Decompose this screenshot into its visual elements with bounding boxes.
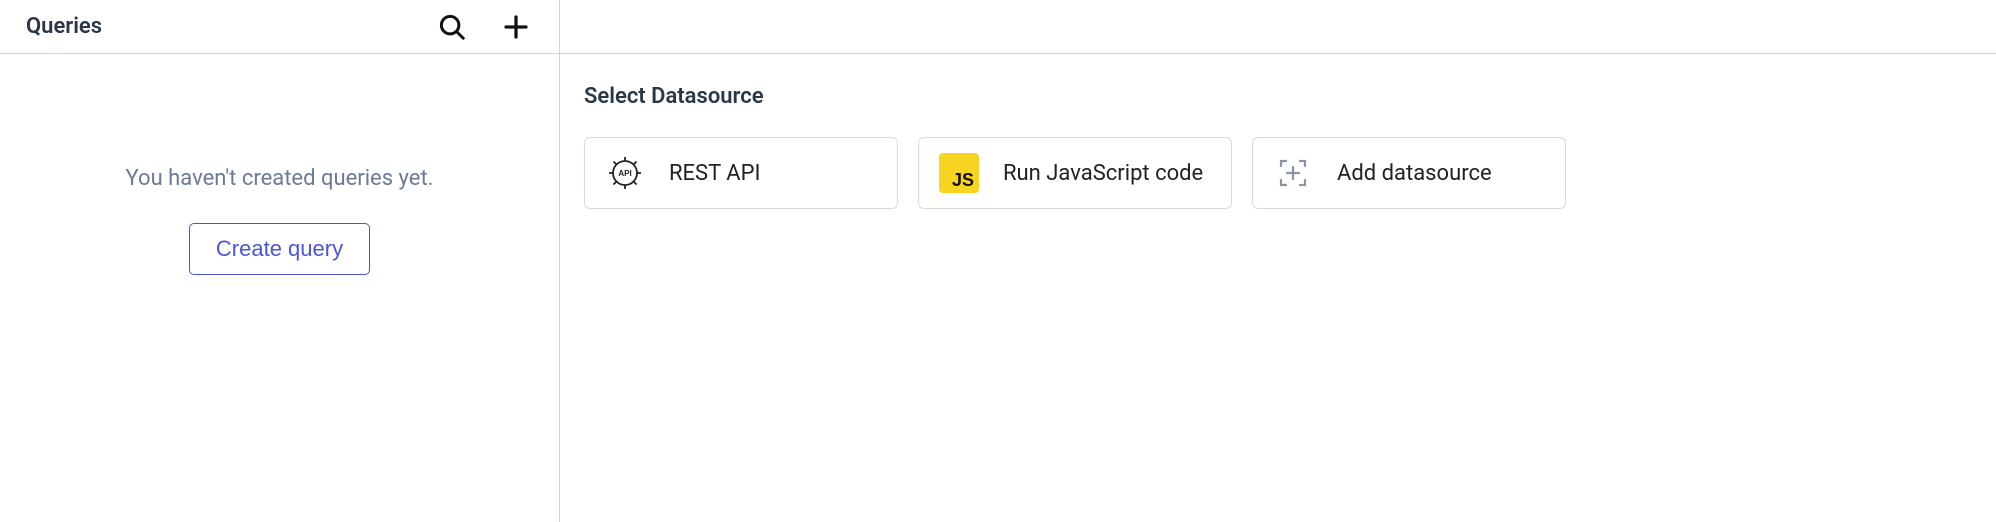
queries-sidebar: Queries You haven't created queries ye (0, 0, 560, 522)
main-header-spacer (560, 0, 1996, 54)
search-icon[interactable] (437, 12, 467, 42)
datasource-card-javascript[interactable]: JS Run JavaScript code (918, 137, 1232, 209)
card-label: REST API (669, 161, 761, 186)
empty-queries-message: You haven't created queries yet. (126, 166, 434, 191)
card-label: Run JavaScript code (1003, 161, 1203, 186)
add-datasource-icon (1273, 153, 1313, 193)
main-panel: Select Datasource API REST API JS (560, 0, 1996, 522)
create-query-button[interactable]: Create query (189, 223, 370, 275)
card-label: Add datasource (1337, 161, 1492, 186)
datasource-card-add[interactable]: Add datasource (1252, 137, 1566, 209)
sidebar-header: Queries (0, 0, 559, 54)
add-icon[interactable] (501, 12, 531, 42)
select-datasource-title: Select Datasource (584, 84, 1972, 109)
datasource-card-rest-api[interactable]: API REST API (584, 137, 898, 209)
rest-api-icon: API (605, 153, 645, 193)
sidebar-title: Queries (26, 14, 102, 39)
sidebar-actions (437, 12, 531, 42)
svg-text:API: API (618, 169, 631, 178)
js-icon: JS (939, 153, 979, 193)
datasource-cards: API REST API JS Run JavaScript code (584, 137, 1972, 209)
sidebar-body: You haven't created queries yet. Create … (0, 54, 559, 522)
